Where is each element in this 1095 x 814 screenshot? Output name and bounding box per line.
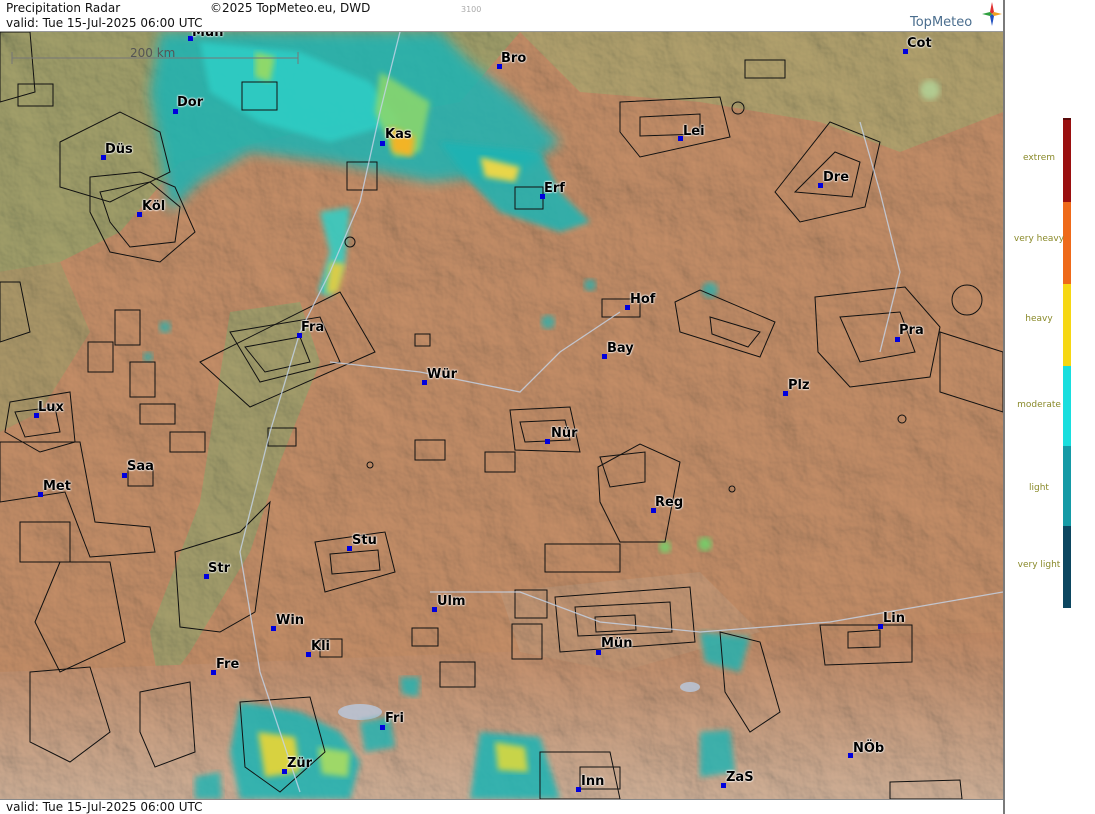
city-label-str[interactable]: Str xyxy=(208,561,230,576)
footer-bar: valid: Tue 15-Jul-2025 06:00 UTC xyxy=(0,799,1003,814)
city-label-bay[interactable]: Bay xyxy=(607,341,634,356)
legend-label-extrem: extrem xyxy=(1022,153,1056,163)
city-label-stu[interactable]: Stu xyxy=(352,533,377,548)
city-label-kas[interactable]: Kas xyxy=(385,127,412,142)
city-label-mun-top[interactable]: Mün xyxy=(192,32,223,40)
city-label-lei[interactable]: Lei xyxy=(683,124,705,139)
city-label-fra[interactable]: Fra xyxy=(301,320,324,335)
city-label-lux[interactable]: Lux xyxy=(38,400,64,415)
city-label-met[interactable]: Met xyxy=(43,479,71,494)
city-label-pra[interactable]: Pra xyxy=(899,323,924,338)
city-label-lin[interactable]: Lin xyxy=(883,611,905,626)
copyright-text: ©2025 TopMeteo.eu, DWD xyxy=(210,1,371,15)
legend-label-moderate: moderate xyxy=(1017,400,1061,410)
city-label-zas[interactable]: ZaS xyxy=(726,770,754,785)
city-marker xyxy=(545,439,550,444)
city-label-reg[interactable]: Reg xyxy=(655,495,683,510)
city-label-win[interactable]: Win xyxy=(276,613,304,628)
city-label-cot[interactable]: Cot xyxy=(907,36,932,51)
map-title: Precipitation Radar xyxy=(6,1,121,15)
city-label-mun[interactable]: Mün xyxy=(601,636,632,651)
legend-swatch-heavy xyxy=(1063,284,1071,366)
city-label-bro[interactable]: Bro xyxy=(501,51,526,66)
product-code: 3100 xyxy=(461,5,482,14)
scale-label: 200 km xyxy=(130,46,176,60)
city-label-saa[interactable]: Saa xyxy=(127,459,154,474)
legend-cap-top xyxy=(1063,118,1071,120)
city-label-fri[interactable]: Fri xyxy=(385,711,404,726)
city-label-wur[interactable]: Wür xyxy=(427,367,457,382)
footer-valid-time: valid: Tue 15-Jul-2025 06:00 UTC xyxy=(6,800,203,814)
city-label-ulm[interactable]: Ulm xyxy=(437,594,466,609)
city-label-kol[interactable]: Köl xyxy=(142,199,165,214)
city-label-kli[interactable]: Kli xyxy=(311,639,330,654)
city-label-dre[interactable]: Dre xyxy=(823,170,849,185)
city-label-hof[interactable]: Hof xyxy=(630,292,655,307)
city-label-inn[interactable]: Inn xyxy=(581,774,604,789)
radar-map[interactable]: 200 km Mün Bro Cot Dor Kas Lei Düs Dre E… xyxy=(0,32,1003,799)
legend-label-very-heavy: very heavy xyxy=(1013,234,1065,244)
city-label-nur[interactable]: Nür xyxy=(551,426,578,441)
valid-time: valid: Tue 15-Jul-2025 06:00 UTC xyxy=(6,16,203,30)
city-label-zur[interactable]: Zür xyxy=(287,756,312,771)
brand-name[interactable]: TopMeteo xyxy=(910,15,972,30)
legend-label-very-light: very light xyxy=(1017,560,1061,570)
legend-label-light: light xyxy=(1029,483,1049,493)
legend-label-heavy: heavy xyxy=(1025,314,1053,324)
city-label-fre[interactable]: Fre xyxy=(216,657,239,672)
terrain-radar-svg xyxy=(0,32,1003,799)
city-label-plz[interactable]: Plz xyxy=(788,378,810,393)
header-bar: Precipitation Radar valid: Tue 15-Jul-20… xyxy=(0,0,1003,32)
city-label-nob[interactable]: NÖb xyxy=(853,741,884,756)
compass-star-icon xyxy=(982,2,1002,26)
city-label-dus[interactable]: Düs xyxy=(105,142,133,157)
city-label-erf[interactable]: Erf xyxy=(544,181,565,196)
city-label-dor[interactable]: Dor xyxy=(177,95,203,110)
